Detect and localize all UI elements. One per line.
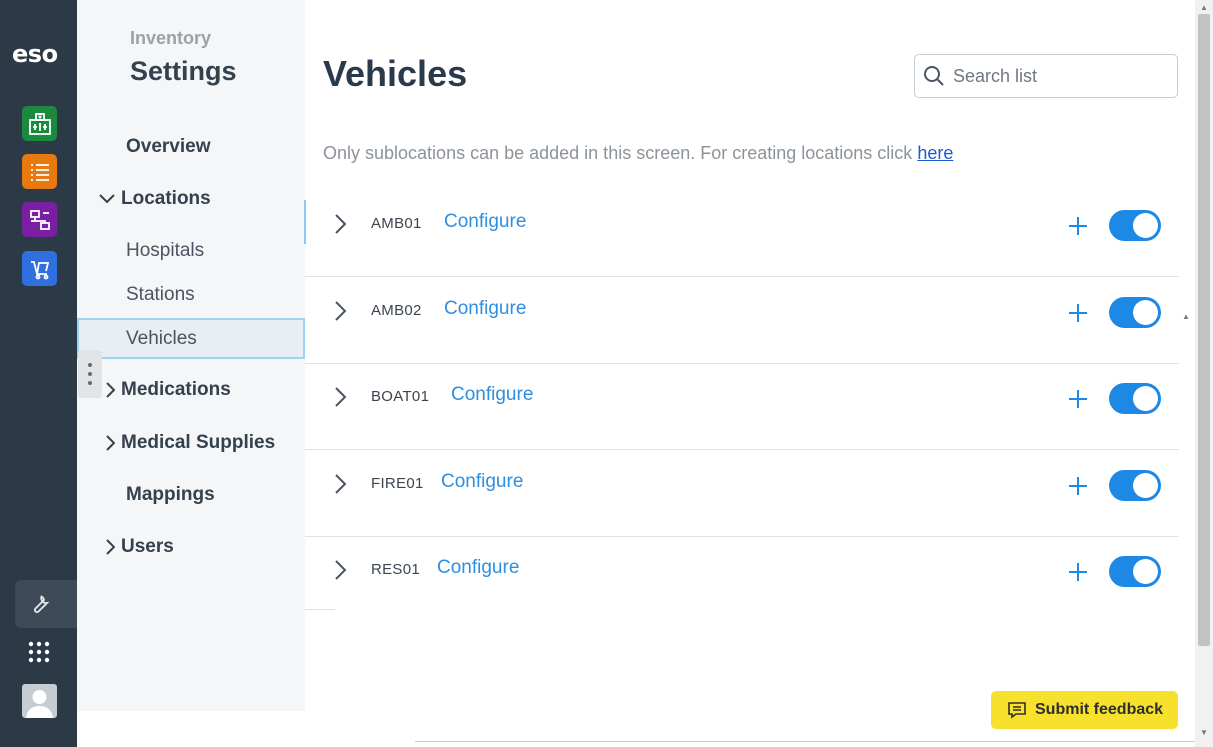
settings-tools-tile[interactable]: [15, 580, 77, 628]
add-icon[interactable]: [1067, 475, 1089, 497]
sidebar-eyebrow: Inventory: [130, 28, 212, 48]
sidebar-collapse-handle[interactable]: [78, 350, 102, 398]
sidebar-item-label: Medications: [121, 379, 231, 400]
sidebar-item-medical-supplies[interactable]: Medical Supplies: [77, 423, 305, 463]
feedback-icon: [1008, 702, 1026, 719]
sidebar-item-label: Medical Supplies: [121, 432, 276, 453]
divider: [415, 741, 1195, 742]
handle-dot: [88, 363, 92, 367]
sidebar-item-overview[interactable]: Overview: [77, 127, 305, 167]
add-icon[interactable]: [1067, 215, 1089, 237]
vehicle-name: BOAT01: [371, 388, 430, 405]
wrench-icon: [34, 595, 50, 613]
user-icon: [26, 690, 53, 718]
sidebar-item-label: Overview: [126, 136, 211, 157]
configure-link[interactable]: Configure: [444, 211, 526, 233]
scroll-up-arrow-icon[interactable]: ▲: [1182, 312, 1190, 321]
submit-feedback-button[interactable]: Submit feedback: [991, 691, 1178, 729]
vehicle-row: RES01 Configure: [305, 537, 1179, 623]
chevron-right-icon[interactable]: [333, 300, 349, 322]
divider: [305, 609, 335, 610]
configure-link[interactable]: Configure: [441, 471, 523, 493]
enabled-toggle[interactable]: [1109, 210, 1161, 241]
vehicle-row: AMB01 Configure: [305, 191, 1179, 277]
handle-dot: [88, 381, 92, 385]
vehicle-name: RES01: [371, 561, 421, 578]
vehicle-row: FIRE01 Configure: [305, 451, 1179, 537]
configure-link[interactable]: Configure: [437, 557, 519, 579]
search-input[interactable]: [953, 65, 1163, 87]
vehicle-name: AMB02: [371, 302, 422, 319]
list-app-icon[interactable]: [22, 154, 57, 189]
add-icon[interactable]: [1067, 388, 1089, 410]
enabled-toggle[interactable]: [1109, 297, 1161, 328]
workflow-app-icon[interactable]: [22, 202, 57, 237]
main-content: Vehicles Only sublocations can be added …: [305, 0, 1195, 747]
sidebar-item-label: Hospitals: [126, 240, 205, 261]
settings-sidebar: Inventory Settings Overview Locations Ho…: [77, 0, 306, 711]
chevron-right-icon[interactable]: [333, 213, 349, 235]
info-text: Only sublocations can be added in this s…: [323, 143, 953, 164]
sidebar-item-medications[interactable]: Medications: [77, 370, 305, 410]
scroll-up-arrow-icon[interactable]: ▲: [1200, 3, 1208, 12]
app-grid-icon[interactable]: [28, 641, 50, 663]
app-rail: eso: [0, 0, 77, 747]
chevron-right-icon[interactable]: [333, 386, 349, 408]
hospital-app-icon[interactable]: [22, 106, 57, 141]
search-box[interactable]: [914, 54, 1178, 98]
search-icon: [924, 66, 944, 86]
sidebar-item-stations[interactable]: Stations: [77, 275, 305, 315]
info-message: Only sublocations can be added in this s…: [323, 143, 918, 163]
chevron-right-icon[interactable]: [333, 559, 349, 581]
scroll-down-arrow-icon[interactable]: ▼: [1200, 728, 1208, 737]
sidebar-item-label: Locations: [121, 188, 211, 209]
inventory-cart-app-icon[interactable]: [22, 251, 57, 286]
page-title: Vehicles: [323, 53, 468, 94]
sidebar-item-label: Mappings: [126, 484, 215, 505]
chevron-right-icon: [77, 539, 121, 555]
vehicle-row: AMB02 Configure: [305, 278, 1179, 364]
sidebar-item-hospitals[interactable]: Hospitals: [77, 231, 305, 271]
eso-logo: eso: [12, 40, 58, 68]
vehicle-name: FIRE01: [371, 475, 424, 492]
submit-feedback-label: Submit feedback: [1035, 701, 1164, 718]
chevron-right-icon: [77, 435, 121, 451]
configure-link[interactable]: Configure: [451, 384, 533, 406]
vehicle-name: AMB01: [371, 215, 422, 232]
sidebar-item-locations[interactable]: Locations: [77, 179, 305, 219]
sidebar-item-vehicles[interactable]: Vehicles: [77, 318, 305, 359]
enabled-toggle[interactable]: [1109, 383, 1161, 414]
sidebar-item-label: Users: [121, 536, 174, 557]
configure-link[interactable]: Configure: [444, 298, 526, 320]
user-avatar[interactable]: [22, 684, 57, 718]
create-locations-link[interactable]: here: [917, 143, 953, 163]
enabled-toggle[interactable]: [1109, 556, 1161, 587]
sidebar-item-users[interactable]: Users: [77, 527, 305, 567]
scrollbar-thumb[interactable]: [1198, 14, 1210, 646]
sidebar-item-label: Stations: [126, 284, 195, 305]
sidebar-item-mappings[interactable]: Mappings: [77, 475, 305, 515]
sidebar-item-label: Vehicles: [126, 327, 197, 349]
chevron-right-icon[interactable]: [333, 473, 349, 495]
add-icon[interactable]: [1067, 561, 1089, 583]
sidebar-title: Settings: [130, 56, 237, 86]
vertical-scrollbar[interactable]: ▲ ▼: [1195, 0, 1213, 747]
enabled-toggle[interactable]: [1109, 470, 1161, 501]
handle-dot: [88, 372, 92, 376]
vehicle-row: BOAT01 Configure: [305, 364, 1179, 450]
add-icon[interactable]: [1067, 302, 1089, 324]
chevron-down-icon: [77, 193, 121, 205]
